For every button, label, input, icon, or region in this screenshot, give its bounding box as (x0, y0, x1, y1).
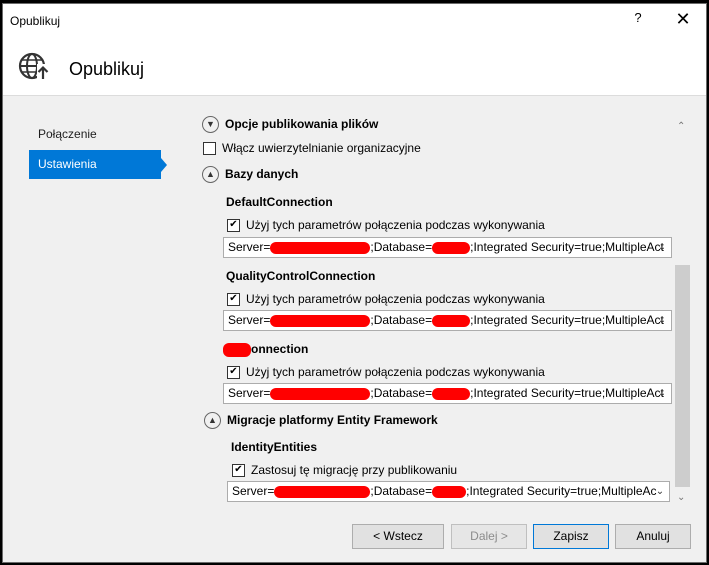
title-bar: Opublikuj ? ✕ (3, 4, 706, 37)
database-prefix: Database= (373, 386, 433, 400)
dialog-header: Opublikuj (3, 37, 706, 96)
connection-name: QualityControlConnection (226, 269, 376, 283)
publish-dialog: Opublikuj ? ✕ Opublikuj Połączenie Ustaw… (2, 3, 707, 563)
redaction-mark (270, 241, 371, 254)
nav-item-settings[interactable]: Ustawienia (29, 150, 167, 179)
database-prefix: Database= (373, 484, 433, 498)
chevron-down-icon[interactable]: ⌄ (656, 238, 668, 257)
close-button[interactable]: ✕ (671, 9, 695, 31)
apply-migration-option[interactable]: ✔ Zastosuj tę migrację przy publikowaniu (232, 461, 457, 479)
conn-string-tail: Integrated Security=true;MultipleAct (473, 386, 664, 400)
scrollbar-thumb[interactable] (675, 265, 690, 487)
use-at-runtime-checkbox[interactable]: ✔ (227, 218, 240, 232)
conn-string-tail: Integrated Security=true;MultipleAc (469, 484, 657, 498)
redaction-mark (274, 485, 371, 498)
ef-migrations-section[interactable]: ▲ Migracje platformy Entity Framework (204, 410, 438, 430)
use-at-runtime-option[interactable]: ✔ Użyj tych parametrów połączenia podcza… (227, 216, 545, 234)
file-publish-options-section[interactable]: ▼ Opcje publikowania plików (202, 114, 378, 134)
database-prefix: Database= (373, 313, 433, 327)
connection-name: DefaultConnection (226, 195, 333, 209)
chevron-down-icon[interactable]: ⌄ (654, 482, 666, 501)
connection-string-combo[interactable]: Server= ;Database= ;Integrated Security=tr… (223, 310, 672, 331)
use-at-runtime-option[interactable]: ✔ Użyj tych parametrów połączenia podcza… (227, 290, 545, 308)
nav-item-connection[interactable]: Połączenie (29, 120, 161, 149)
redaction-mark (432, 241, 471, 254)
window-title: Opublikuj (10, 14, 61, 28)
vertical-scrollbar[interactable]: ⌃ ⌄ (674, 116, 691, 506)
section-label: Opcje publikowania plików (225, 117, 379, 131)
database-prefix: Database= (373, 240, 433, 254)
server-prefix: Server= (228, 240, 271, 254)
use-at-runtime-checkbox[interactable]: ✔ (227, 365, 240, 379)
page-title: Opublikuj (69, 59, 145, 79)
save-button[interactable]: Zapisz (533, 524, 609, 549)
globe-publish-icon (17, 51, 51, 81)
connection-name: onnection (251, 342, 309, 356)
migration-name: IdentityEntities (231, 440, 318, 454)
chevron-down-icon[interactable]: ⌄ (656, 384, 668, 403)
databases-section[interactable]: ▲ Bazy danych (202, 164, 298, 184)
use-at-runtime-checkbox[interactable]: ✔ (227, 292, 240, 306)
redaction-mark (432, 314, 471, 327)
chevron-down-icon[interactable]: ⌄ (656, 311, 668, 330)
migration-connection-combo[interactable]: Server= ;Database= ;Integrated Security=tr… (227, 481, 670, 502)
org-auth-label: Włącz uwierzytelnianie organizacyjne (222, 141, 421, 155)
help-button[interactable]: ? (629, 10, 647, 30)
org-auth-checkbox[interactable] (203, 141, 216, 155)
redaction-mark (270, 314, 371, 327)
apply-migration-checkbox[interactable]: ✔ (232, 463, 245, 477)
chevron-down-icon[interactable]: ▼ (202, 115, 219, 133)
use-at-runtime-option[interactable]: ✔ Użyj tych parametrów połączenia podcza… (227, 363, 545, 381)
settings-panel: ▼ Opcje publikowania plików Włącz uwierz… (193, 113, 693, 503)
connection-string-combo[interactable]: Server= ;Database= ;Integrated Security=tr… (223, 383, 672, 404)
server-prefix: Server= (232, 484, 275, 498)
chevron-up-icon[interactable]: ▲ (202, 165, 219, 183)
section-label: Migracje platformy Entity Framework (227, 413, 438, 427)
section-label: Bazy danych (225, 167, 299, 181)
cancel-button[interactable]: Anuluj (615, 524, 691, 549)
use-at-runtime-label: Użyj tych parametrów połączenia podczas … (246, 292, 545, 306)
server-prefix: Server= (228, 386, 271, 400)
scroll-up-icon[interactable]: ⌃ (677, 121, 685, 132)
chevron-up-icon[interactable]: ▲ (204, 411, 221, 429)
conn-string-tail: Integrated Security=true;MultipleAct (473, 313, 664, 327)
connection-string-combo[interactable]: Server= ;Database= ;Integrated Security=tr… (223, 237, 672, 258)
use-at-runtime-label: Użyj tych parametrów połączenia podczas … (246, 218, 545, 232)
redaction-mark (270, 387, 371, 400)
redaction-mark (223, 342, 251, 357)
next-button[interactable]: Dalej > (451, 524, 527, 549)
redaction-mark (432, 485, 467, 498)
apply-migration-label: Zastosuj tę migrację przy publikowaniu (251, 463, 458, 477)
conn-string-tail: Integrated Security=true;MultipleAct (473, 240, 664, 254)
org-auth-option[interactable]: Włącz uwierzytelnianie organizacyjne (203, 139, 421, 157)
server-prefix: Server= (228, 313, 271, 327)
connection-name-row: onnection (223, 342, 309, 357)
use-at-runtime-label: Użyj tych parametrów połączenia podczas … (246, 365, 545, 379)
back-button[interactable]: < Wstecz (352, 524, 444, 549)
scroll-down-icon[interactable]: ⌄ (677, 492, 685, 503)
redaction-mark (432, 387, 471, 400)
